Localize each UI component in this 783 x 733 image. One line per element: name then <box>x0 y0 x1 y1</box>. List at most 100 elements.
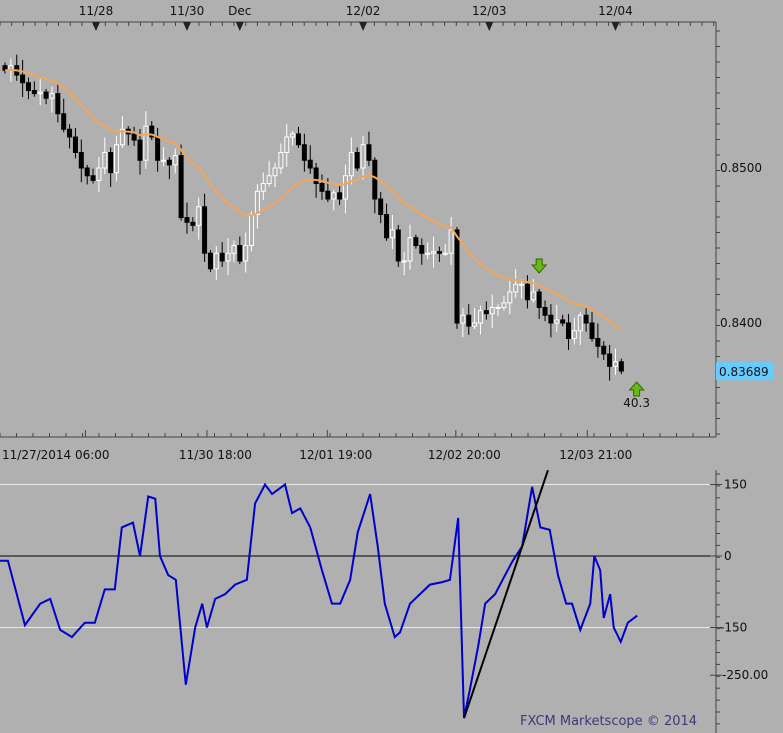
candle-down <box>542 307 548 316</box>
candle-up <box>290 133 296 138</box>
candle-down <box>354 152 360 169</box>
candle-up <box>348 152 354 177</box>
candle-down <box>366 144 372 161</box>
candle-down <box>419 245 425 254</box>
candle-up <box>472 322 478 327</box>
candle-down <box>184 217 190 223</box>
candle-down <box>536 291 542 308</box>
candle-up <box>401 260 407 263</box>
candle-down <box>583 314 589 324</box>
date-marker-icon <box>359 22 368 31</box>
chart-window: 11/28 11/30 Dec 12/02 12/03 12/04 0.8500 0.8400… <box>0 0 783 733</box>
candle-down <box>601 345 607 355</box>
candle-up <box>507 291 513 304</box>
candle-down <box>155 136 161 161</box>
cci-tick-label: -150 <box>720 621 747 635</box>
date-marker-icon <box>485 22 494 31</box>
top-date-label: 12/02 <box>346 4 381 18</box>
candle-down <box>325 190 331 200</box>
candle-down <box>55 93 61 115</box>
candle-down <box>31 90 37 95</box>
top-date-label: 12/04 <box>598 4 633 18</box>
candle-up <box>513 283 519 293</box>
candle-down <box>395 229 401 262</box>
candle-down <box>548 314 554 324</box>
candle-down <box>61 113 67 130</box>
cci-tick-label: 150 <box>724 477 747 491</box>
candle-down <box>108 152 114 174</box>
candle-down <box>43 91 49 99</box>
top-date-label: 12/03 <box>472 4 507 18</box>
candle-up <box>431 251 437 254</box>
candle-down <box>454 229 460 324</box>
candle-down <box>566 322 572 339</box>
candle-down <box>466 314 472 327</box>
candle-down <box>337 192 343 200</box>
candle-up <box>389 229 395 239</box>
cci-tick-label: 0 <box>724 549 732 563</box>
candle-up <box>425 252 431 255</box>
time-tick-label: 12/01 19:00 <box>299 448 372 462</box>
date-marker-icon <box>182 22 191 31</box>
trend-line <box>463 469 549 719</box>
watermark: FXCM Marketscope © 2014 <box>520 714 698 729</box>
price-chart[interactable]: 11/28 11/30 Dec 12/02 12/03 12/04 0.8500 0.8400… <box>0 0 783 733</box>
candle-down <box>301 144 307 161</box>
candle-down <box>618 361 624 372</box>
candle-down <box>202 206 208 254</box>
candle-up <box>254 190 260 215</box>
candle-up <box>49 93 55 99</box>
top-date-label: Dec <box>228 4 251 18</box>
date-marker-icon <box>611 22 620 31</box>
candle-up <box>143 125 149 161</box>
current-price-label: 0.83689 <box>719 365 769 379</box>
candle-up <box>96 167 102 181</box>
top-date-label: 11/30 <box>170 4 205 18</box>
candle-down <box>131 133 137 141</box>
candle-up <box>172 155 178 166</box>
candle-up <box>360 144 366 169</box>
candle-down <box>137 139 143 161</box>
candle-up <box>243 245 249 262</box>
candle-down <box>560 319 566 324</box>
candle-up <box>284 136 290 153</box>
candle-up <box>530 291 536 301</box>
candle-down <box>78 152 84 169</box>
signal-value-label: 40.3 <box>623 396 650 410</box>
candle-up <box>571 330 577 339</box>
time-tick-label: 11/30 18:00 <box>179 448 252 462</box>
candle-up <box>278 152 284 169</box>
candle-down <box>207 252 213 270</box>
candle-up <box>160 159 166 162</box>
candle-up <box>460 314 466 324</box>
candle-down <box>237 245 243 262</box>
candle-up <box>37 91 43 95</box>
candle-up <box>225 252 231 262</box>
candle-down <box>378 198 384 215</box>
candle-up <box>260 183 266 192</box>
date-marker-icon <box>235 22 244 31</box>
candle-up <box>213 252 219 270</box>
candle-down <box>72 136 78 153</box>
top-date-label: 11/28 <box>79 4 114 18</box>
candle-down <box>595 338 601 347</box>
sell-arrow-icon <box>531 258 548 274</box>
time-tick-label: 11/27/2014 06:00 <box>2 448 110 462</box>
candle-up <box>448 229 454 254</box>
candle-up <box>196 206 202 226</box>
candle-up <box>407 237 413 262</box>
candle-up <box>266 175 272 184</box>
time-tick-label: 12/03 21:00 <box>559 448 632 462</box>
price-tick-label: 0.8400 <box>720 316 762 330</box>
candle-down <box>67 128 73 138</box>
candle-down <box>296 133 301 146</box>
candle-down <box>84 167 90 177</box>
candle-up <box>477 310 483 324</box>
cci-line <box>0 482 638 719</box>
candle-down <box>384 214 390 239</box>
candle-up <box>231 245 237 254</box>
candle-down <box>483 310 489 315</box>
candle-down <box>25 82 31 91</box>
candle-down <box>524 283 530 301</box>
candle-up <box>495 307 501 309</box>
